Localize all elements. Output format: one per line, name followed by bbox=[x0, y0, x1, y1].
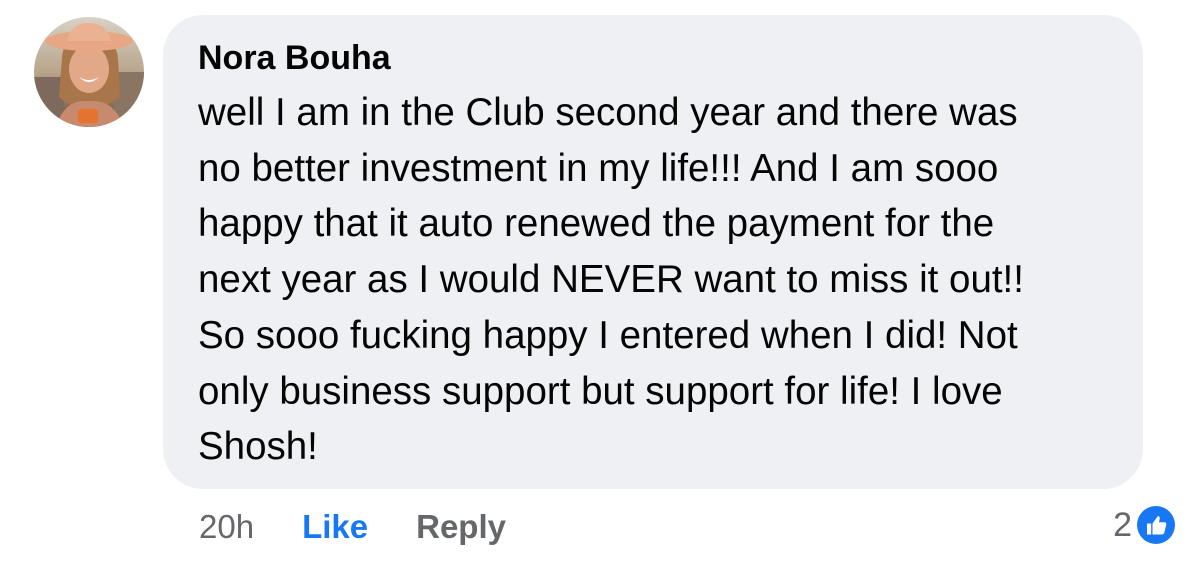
comment-text: well I am in the Club second year and th… bbox=[198, 91, 1024, 469]
avatar[interactable] bbox=[34, 17, 144, 127]
comment-author[interactable]: Nora Bouha bbox=[198, 39, 391, 78]
profile-photo bbox=[34, 17, 144, 127]
comment-actions: 20h Like Reply bbox=[199, 505, 506, 549]
reaction-summary[interactable]: 2 bbox=[1113, 502, 1178, 548]
reaction-count: 2 bbox=[1113, 505, 1132, 544]
reply-button[interactable]: Reply bbox=[416, 508, 506, 546]
comment-bubble: Nora Bouha well I am in the Club second … bbox=[163, 15, 1143, 489]
comment-timestamp[interactable]: 20h bbox=[199, 508, 254, 546]
thumbs-up-icon bbox=[1134, 503, 1178, 547]
like-button[interactable]: Like bbox=[302, 508, 368, 546]
